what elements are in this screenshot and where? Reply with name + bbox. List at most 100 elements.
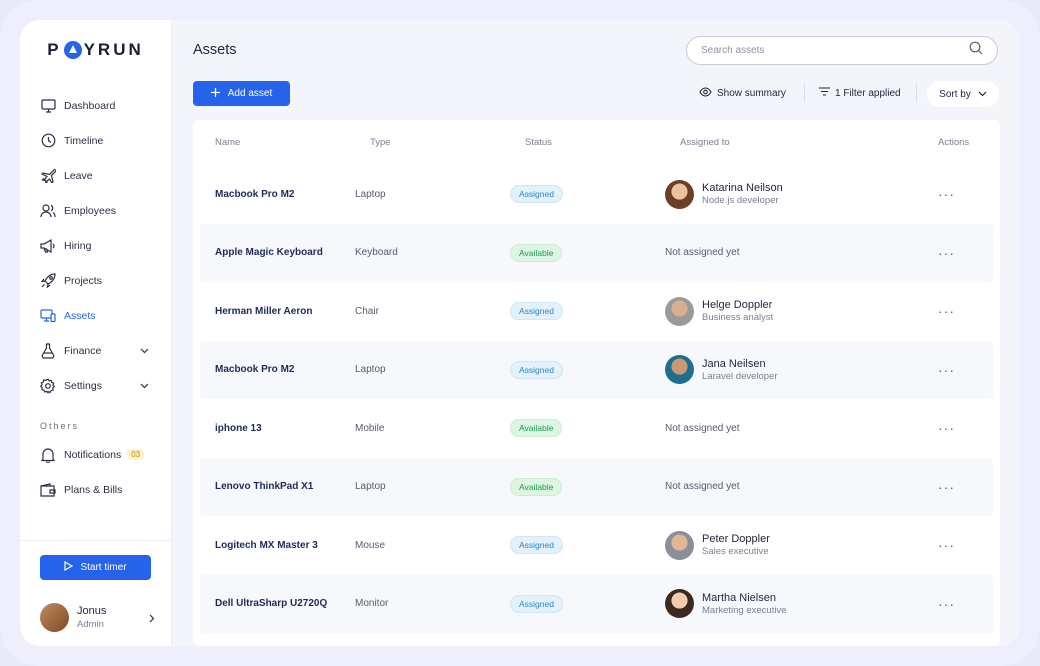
section-label-others: Others [40, 421, 80, 431]
flask-icon [40, 342, 56, 359]
sidebar-item-projects[interactable]: Projects [20, 263, 171, 298]
more-actions-icon[interactable]: ··· [938, 362, 955, 378]
eye-icon [699, 87, 712, 100]
assignee: Katarina Neilson Node.js developer [665, 179, 938, 209]
sidebar-item-label: Plans & Bills [64, 483, 123, 496]
sidebar-item-timeline[interactable]: Timeline [20, 123, 171, 158]
asset-name[interactable]: Macbook Pro M2 [200, 364, 355, 375]
sidebar-item-label: Assets [64, 309, 96, 322]
search-icon[interactable] [969, 41, 983, 60]
more-actions-icon[interactable]: ··· [938, 245, 955, 261]
assignee: Helge Doppler Business analyst [665, 296, 938, 326]
sidebar-item-dashboard[interactable]: Dashboard [20, 88, 171, 123]
more-actions-icon[interactable]: ··· [938, 420, 955, 436]
filter-button[interactable]: 1 Filter applied [819, 87, 901, 99]
assignee-role: Node.js developer [702, 195, 779, 207]
asset-name[interactable]: iphone 13 [200, 423, 355, 434]
users-icon [40, 203, 56, 219]
assignee-name: Katarina Neilson [702, 182, 783, 195]
asset-name[interactable]: Macbook Pro M2 [200, 189, 355, 200]
clock-icon [40, 133, 56, 149]
asset-type: Laptop [355, 364, 386, 376]
search-input[interactable] [701, 45, 969, 56]
page-title: Assets [193, 42, 237, 58]
asset-name[interactable]: Dell UltraSharp U2720Q [200, 598, 355, 609]
brand-logo[interactable]: P YRUN [20, 20, 171, 80]
asset-name[interactable]: Herman Miller Aeron [200, 306, 355, 317]
asset-name[interactable]: Apple Magic Keyboard [200, 247, 355, 258]
sidebar-item-assets[interactable]: Assets [20, 298, 171, 333]
more-actions-icon[interactable]: ··· [938, 537, 955, 553]
logo-letter: P [47, 40, 62, 59]
status-badge: Available [510, 419, 563, 438]
monitor-icon [40, 98, 56, 114]
asset-name[interactable]: Logitech MX Master 3 [200, 540, 355, 551]
asset-type: Mouse [355, 539, 386, 551]
sidebar-item-plans-bills[interactable]: Plans & Bills [20, 472, 171, 507]
chevron-down-icon[interactable] [140, 380, 149, 392]
assignee-role: Business analyst [702, 312, 774, 324]
column-header-assigned[interactable]: Assigned to [680, 137, 938, 148]
table-row[interactable]: Macbook Pro M2 Laptop Assigned Jana Neil… [200, 340, 993, 399]
sidebar-item-label: Timeline [64, 134, 104, 147]
column-header-type[interactable]: Type [370, 137, 525, 148]
profile-name: Jonus [77, 604, 107, 617]
assignee-empty: Not assigned yet [665, 481, 740, 493]
sidebar-item-leave[interactable]: Leave [20, 158, 171, 193]
table-row[interactable]: Macbook Pro M2 Laptop Assigned Katarina … [200, 165, 993, 224]
asset-name[interactable]: Lenovo ThinkPad X1 [200, 481, 355, 492]
more-actions-icon[interactable]: ··· [938, 303, 955, 319]
sidebar-item-label: Employees [64, 204, 116, 217]
chevron-down-icon[interactable] [140, 345, 149, 357]
avatar [665, 530, 694, 560]
more-actions-icon[interactable]: ··· [938, 479, 955, 495]
sidebar: P YRUN Dashboard Timeline Leave Employee… [20, 20, 172, 646]
sidebar-item-notifications[interactable]: Notifications 03 [20, 437, 171, 472]
table-row[interactable]: Apple Magic Keyboard Keyboard Available … [200, 223, 993, 282]
sort-by-button[interactable]: Sort by [927, 81, 999, 107]
status-badge: Assigned [510, 360, 563, 379]
table-header: Name Type Status Assigned to Actions [193, 120, 1000, 165]
asset-type: Monitor [355, 598, 389, 610]
asset-type: Laptop [355, 188, 386, 200]
add-asset-button[interactable]: Add asset [193, 81, 290, 106]
sidebar-item-label: Notifications [64, 448, 122, 461]
gear-icon [40, 377, 56, 394]
more-actions-icon[interactable]: ··· [938, 186, 955, 202]
sidebar-item-label: Settings [64, 379, 102, 392]
sidebar-item-finance[interactable]: Finance [20, 333, 171, 368]
start-timer-button[interactable]: Start timer [40, 555, 151, 580]
column-header-actions: Actions [938, 137, 970, 148]
assignee-role: Laravel developer [702, 370, 778, 382]
filter-icon [819, 87, 830, 99]
profile-role: Admin [77, 618, 104, 630]
rocket-icon [40, 273, 56, 289]
sidebar-item-label: Leave [64, 169, 93, 182]
sort-by-label: Sort by [939, 88, 971, 100]
table-row[interactable]: Dell UltraSharp U2720Q Monitor Assigned … [200, 574, 993, 633]
toolbar-divider [804, 84, 805, 102]
assignee-empty: Not assigned yet [665, 247, 740, 259]
column-header-name[interactable]: Name [193, 137, 370, 148]
status-badge: Assigned [510, 594, 563, 613]
table-row[interactable]: Logitech MX Master 3 Mouse Assigned Pete… [200, 516, 993, 575]
column-header-status[interactable]: Status [525, 137, 680, 148]
assignee: Martha Nielsen Marketing executive [665, 589, 938, 619]
assignee: Jana Neilsen Laravel developer [665, 355, 938, 385]
more-actions-icon[interactable]: ··· [938, 596, 955, 612]
user-profile[interactable]: Jonus Admin [40, 601, 155, 633]
table-row[interactable]: Lenovo ThinkPad X1 Laptop Available Not … [200, 457, 993, 516]
sidebar-item-settings[interactable]: Settings [20, 368, 171, 403]
megaphone-icon [40, 238, 56, 254]
chevron-right-icon[interactable] [149, 610, 155, 628]
sidebar-item-hiring[interactable]: Hiring [20, 228, 171, 263]
avatar [665, 589, 694, 619]
table-row[interactable]: Herman Miller Aeron Chair Assigned Helge… [200, 282, 993, 341]
status-badge: Assigned [510, 185, 563, 204]
show-summary-button[interactable]: Show summary [699, 87, 786, 100]
sidebar-item-employees[interactable]: Employees [20, 193, 171, 228]
assignee-name: Jana Neilsen [702, 357, 766, 370]
notification-count-badge: 03 [127, 449, 145, 460]
search-box[interactable] [686, 36, 998, 65]
table-row[interactable]: iphone 13 Mobile Available Not assigned … [200, 399, 993, 458]
